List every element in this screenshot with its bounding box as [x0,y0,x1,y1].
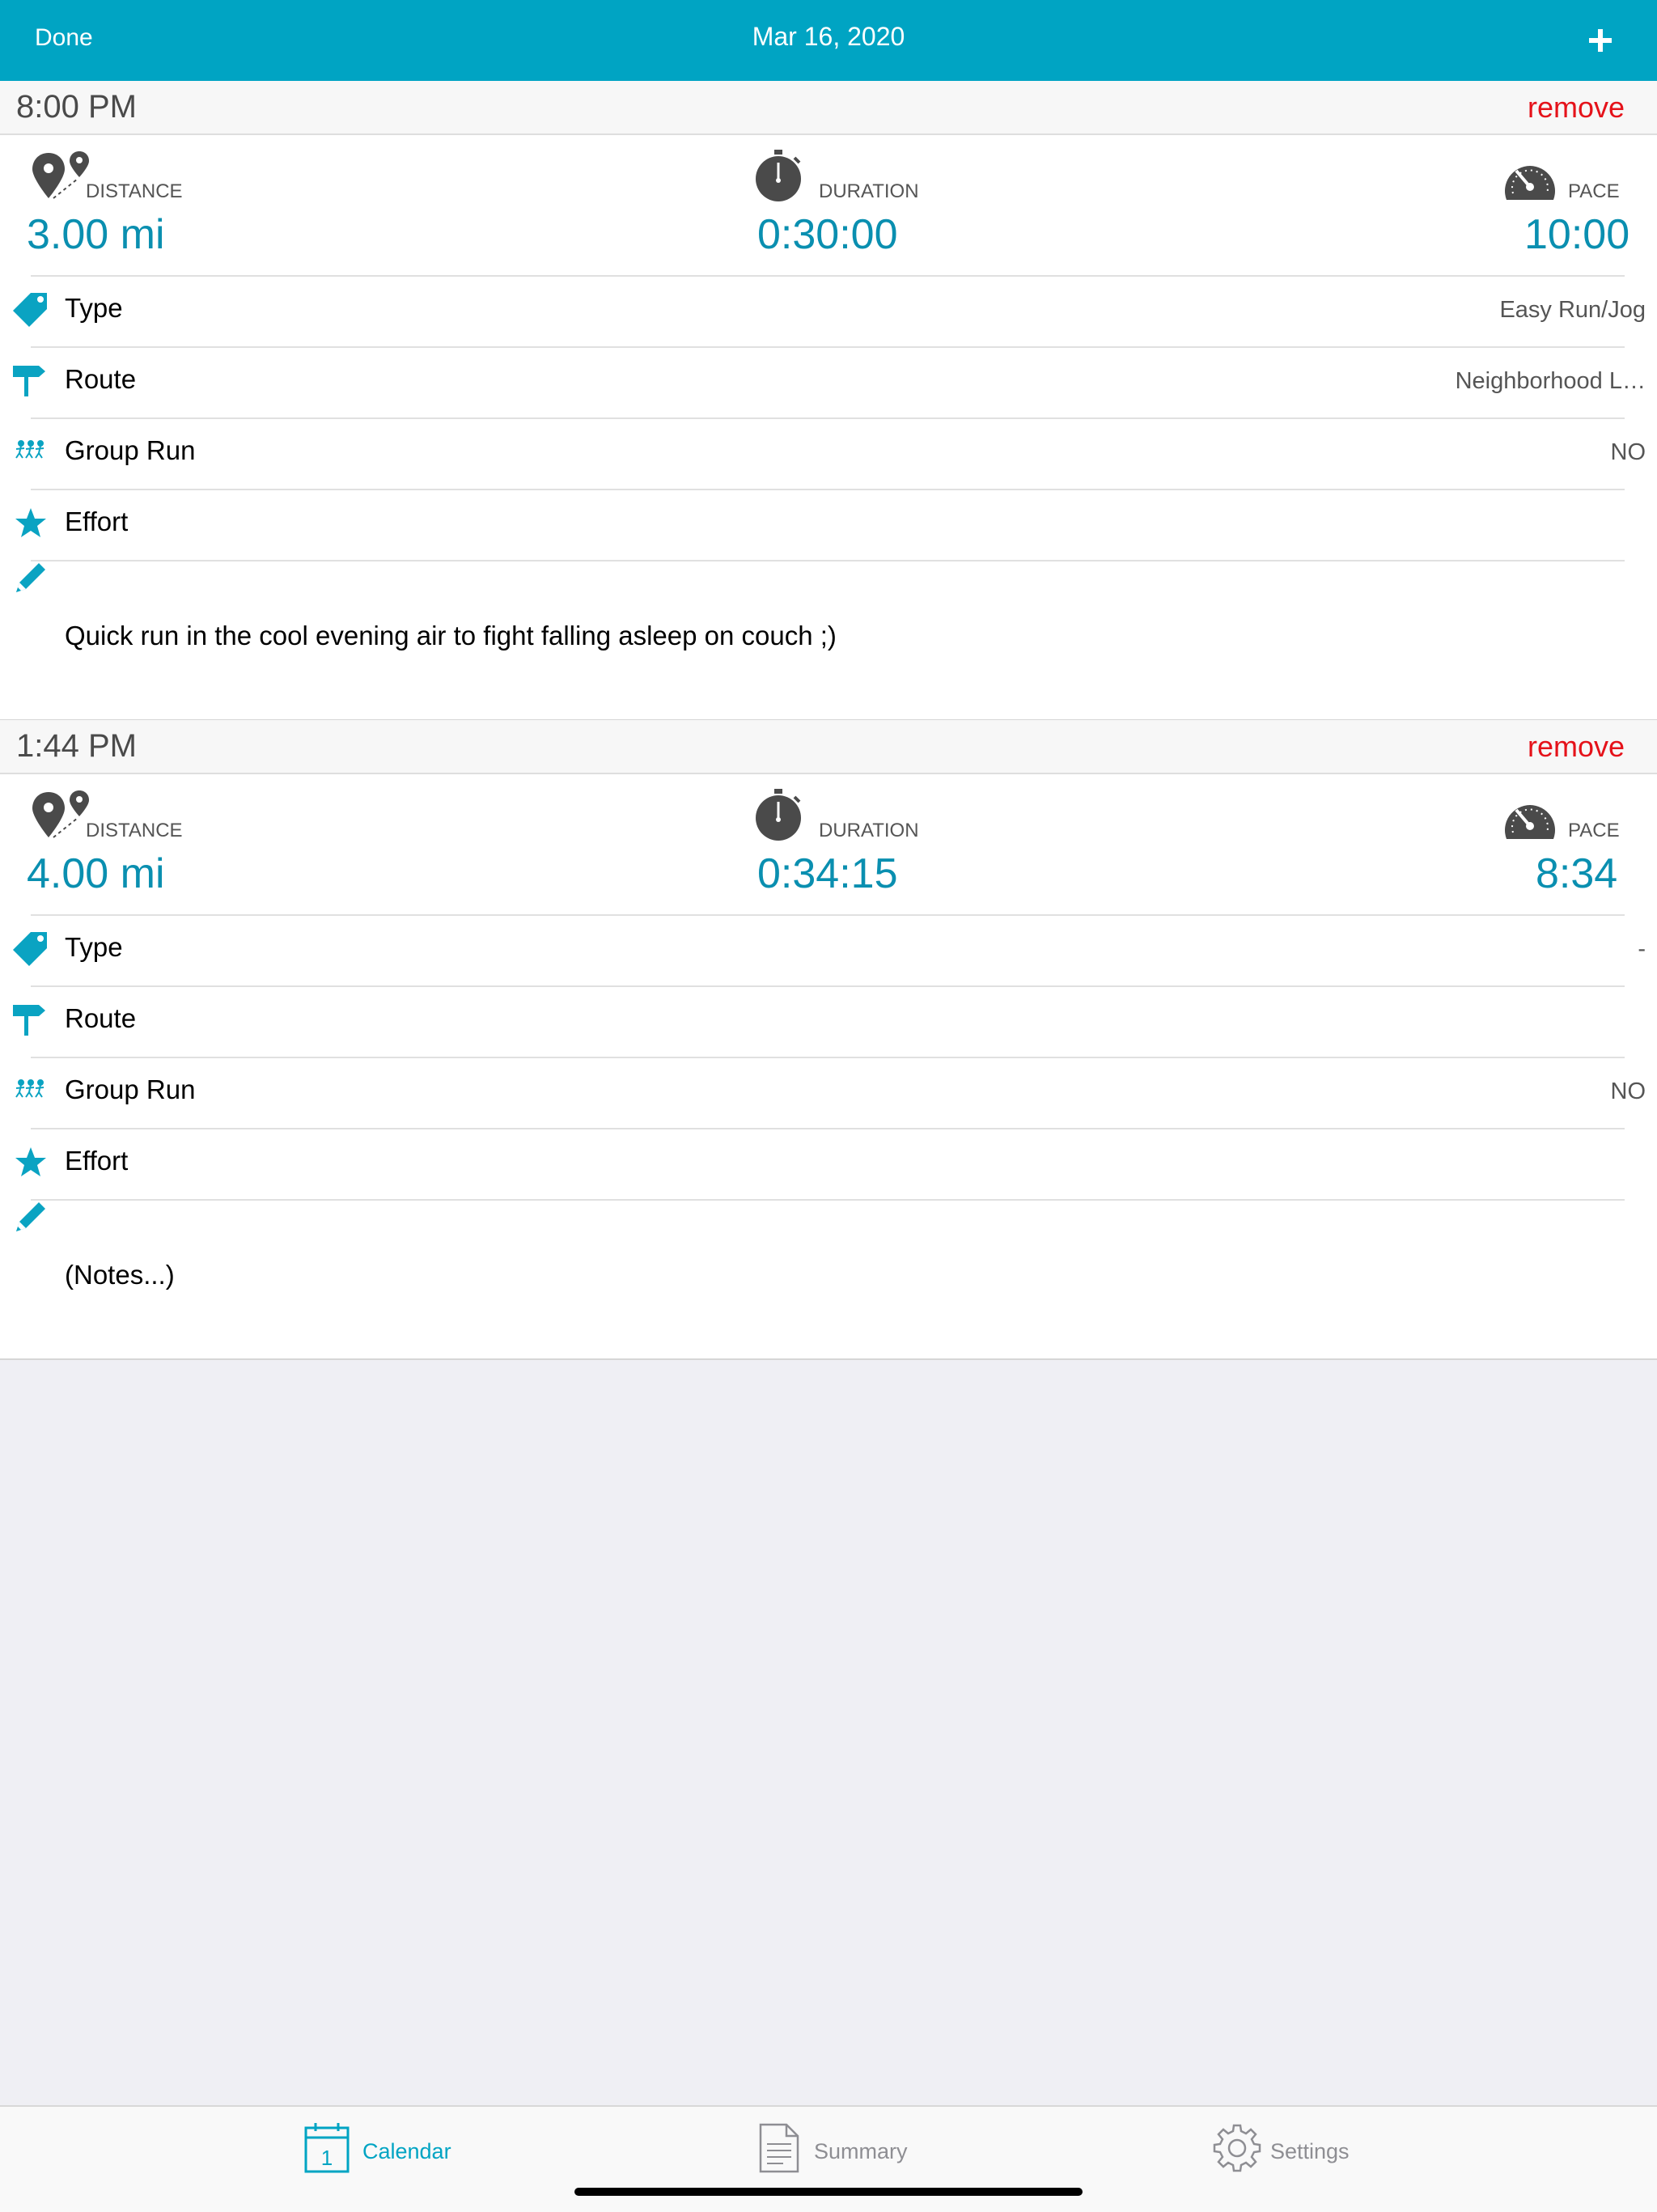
star-icon [13,1144,49,1180]
distance-label: DISTANCE [86,180,183,202]
workout-header: 1:44 PM remove [0,720,1657,774]
route-value: Neighborhood L… [1455,368,1646,394]
type-label: Type [65,932,123,962]
pace-label: PACE [1568,820,1620,841]
divider [31,275,1625,277]
calendar-day-number: 1 [321,2146,333,2170]
duration-stat[interactable]: DURATION 0:30:00 [728,135,971,269]
distance-value: 3.00 mi [27,211,165,258]
signpost-icon [13,362,49,398]
speedometer-icon [1502,794,1558,844]
route-label: Route [65,364,137,394]
distance-label: DISTANCE [86,820,183,841]
calendar-icon: 1 [304,2123,350,2173]
duration-value: 0:34:15 [757,850,898,897]
runners-icon [13,434,49,469]
divider [31,985,1625,987]
runners-icon [13,1073,49,1108]
star-icon [13,505,49,540]
stopwatch-icon [752,150,804,201]
type-value: - [1638,936,1646,962]
divider [31,560,1625,561]
divider [31,1199,1625,1201]
workout-body: DISTANCE 4.00 mi DURATION 0:34:15 PACE 8… [0,774,1657,1360]
pace-value: 10:00 [1524,211,1630,258]
gear-icon [1212,2123,1262,2173]
group-run-row[interactable]: Group Run NO [0,417,1657,489]
page-title: Mar 16, 2020 [752,22,905,51]
tab-calendar[interactable]: 1 Calendar [304,2123,466,2180]
pace-stat[interactable]: PACE 8:34 [1375,774,1657,908]
notes-row[interactable]: (Notes...) [0,1199,1657,1343]
remove-button[interactable]: remove [1528,91,1625,125]
group-run-label: Group Run [65,435,196,465]
tab-settings-label: Settings [1270,2139,1350,2163]
effort-label: Effort [65,506,129,536]
tab-settings[interactable]: Settings [1212,2123,1374,2180]
distance-stat[interactable]: DISTANCE 3.00 mi [0,135,485,269]
workout-header: 8:00 PM remove [0,81,1657,135]
document-icon [759,2123,799,2173]
notes-row[interactable]: Quick run in the cool evening air to fig… [0,560,1657,704]
tab-bar: 1 Calendar Summary Settings [0,2105,1657,2212]
divider [31,417,1625,419]
group-run-value: NO [1610,439,1646,465]
type-row[interactable]: Type - [0,914,1657,985]
add-button[interactable] [1584,24,1617,57]
duration-stat[interactable]: DURATION 0:34:15 [728,774,971,908]
tab-calendar-label: Calendar [362,2139,451,2163]
type-row[interactable]: Type Easy Run/Jog [0,275,1657,346]
signpost-icon [13,1002,49,1037]
remove-button[interactable]: remove [1528,730,1625,764]
group-run-value: NO [1610,1078,1646,1104]
pace-stat[interactable]: PACE 10:00 [1375,135,1657,269]
effort-row[interactable]: Effort [0,1128,1657,1199]
tab-summary[interactable]: Summary [759,2123,921,2180]
effort-row[interactable]: Effort [0,489,1657,560]
duration-label: DURATION [819,180,919,202]
notes-text: Quick run in the cool evening air to fig… [65,621,837,650]
workout-body: DISTANCE 3.00 mi DURATION 0:30:00 PACE 1… [0,135,1657,721]
stopwatch-icon [752,789,804,841]
divider [31,346,1625,348]
tag-icon [13,930,49,966]
divider [31,489,1625,490]
pace-value: 8:34 [1536,850,1618,897]
duration-value: 0:30:00 [757,211,898,258]
group-run-label: Group Run [65,1074,196,1104]
pencil-icon [13,1199,49,1235]
tag-icon [13,291,49,327]
type-label: Type [65,293,123,323]
type-value: Easy Run/Jog [1499,297,1646,323]
map-pins-icon [29,151,94,208]
plus-icon [1589,29,1612,52]
route-label: Route [65,1003,137,1033]
tab-summary-label: Summary [814,2139,908,2163]
distance-stat[interactable]: DISTANCE 4.00 mi [0,774,485,908]
route-row[interactable]: Route Neighborhood L… [0,346,1657,417]
divider [31,1057,1625,1058]
route-row[interactable]: Route [0,985,1657,1057]
group-run-row[interactable]: Group Run NO [0,1057,1657,1128]
workout-time: 8:00 PM [16,89,137,125]
effort-label: Effort [65,1146,129,1176]
notes-placeholder: (Notes...) [65,1260,175,1290]
workout-time: 1:44 PM [16,728,137,764]
divider [31,914,1625,916]
map-pins-icon [29,790,94,847]
speedometer-icon [1502,155,1558,205]
divider [31,1128,1625,1129]
distance-value: 4.00 mi [27,850,165,897]
nav-bar: Done Mar 16, 2020 [0,0,1657,81]
duration-label: DURATION [819,820,919,841]
pencil-icon [13,560,49,595]
home-indicator[interactable] [574,2188,1083,2196]
pace-label: PACE [1568,180,1620,202]
